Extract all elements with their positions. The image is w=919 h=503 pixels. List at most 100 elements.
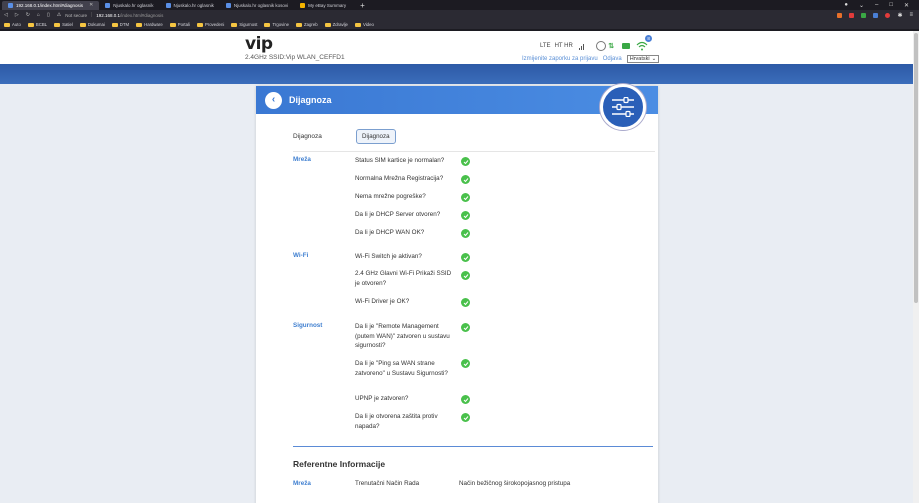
check-ok-icon bbox=[461, 157, 470, 166]
chevron-left-icon: ‹ bbox=[271, 94, 276, 105]
browser-tab-3[interactable]: Njuskalo.hr oglasnik kosovi bbox=[220, 1, 294, 10]
bookmark-folder[interactable]: BCBL bbox=[27, 22, 47, 27]
folder-icon bbox=[196, 22, 203, 27]
bookmark-folder[interactable]: Trgovine bbox=[264, 22, 289, 27]
tab-label: Njuskalo.hr oglasnik kosovi bbox=[233, 2, 289, 8]
maximize-icon[interactable]: □ bbox=[889, 2, 893, 9]
reference-info-title: Referentne Informacije bbox=[293, 459, 386, 469]
bookmark-folder[interactable]: Portali bbox=[169, 22, 190, 27]
check-item: Nema mrežne pogreške? bbox=[355, 193, 426, 200]
change-password-link[interactable]: Izmijenite zaporku za prijavu bbox=[522, 56, 598, 62]
diagnosis-label: Dijagnoza bbox=[293, 132, 322, 140]
data-transfer-icon: ⇅ bbox=[608, 43, 615, 50]
folder-icon bbox=[111, 22, 118, 27]
not-secure-label: Not secure bbox=[65, 12, 87, 18]
check-ok-icon bbox=[461, 413, 470, 422]
operator-name: HT HR bbox=[554, 43, 573, 49]
status-icons: LTE HT HR ⇅ 8 bbox=[540, 35, 653, 51]
bookmark-folder[interactable]: Video bbox=[354, 22, 374, 27]
folder-icon bbox=[296, 22, 303, 27]
section-label-security: Sigurnost bbox=[293, 322, 323, 329]
check-item: Wi-Fi Switch je aktivan? bbox=[355, 253, 422, 260]
minimize-icon[interactable]: – bbox=[875, 2, 878, 9]
check-item: UPNP je zatvoren? bbox=[355, 395, 409, 402]
extension-green-icon[interactable] bbox=[861, 12, 867, 18]
check-ok-icon bbox=[461, 395, 470, 404]
run-diagnosis-button[interactable]: Dijagnoza bbox=[356, 128, 396, 144]
bookmark-folder[interactable]: DTM bbox=[111, 22, 129, 27]
folder-icon bbox=[79, 22, 86, 27]
extension-alert-icon[interactable] bbox=[849, 12, 855, 18]
check-item: Normalna Mrežna Registracija? bbox=[355, 175, 444, 182]
browser-tab-bar: 192.168.0.1/index.html#diagnosis ✕ Njusk… bbox=[0, 0, 919, 10]
browser-tab-0[interactable]: 192.168.0.1/index.html#diagnosis ✕ bbox=[2, 0, 100, 10]
browser-tab-2[interactable]: Njuskalo.hr oglasnik bbox=[160, 1, 220, 10]
menu-icon[interactable]: ≡ bbox=[909, 12, 913, 18]
logout-link[interactable]: Odjava bbox=[603, 56, 622, 62]
bookmark-folder[interactable]: Hardware bbox=[136, 22, 163, 27]
close-window-icon[interactable]: ✕ bbox=[904, 2, 909, 9]
forward-arrow-icon[interactable]: ▷ bbox=[15, 12, 19, 18]
bookmark-folder[interactable]: Provedeni bbox=[196, 22, 224, 27]
folder-icon bbox=[27, 22, 34, 27]
bookmark-folder[interactable]: Sigurnost bbox=[231, 22, 257, 27]
vip-logo: vip bbox=[245, 34, 273, 54]
check-ok-icon bbox=[461, 253, 470, 262]
bookmark-icon[interactable]: ▯ bbox=[47, 12, 50, 18]
extensions-area: ✱ ≡ bbox=[837, 12, 919, 19]
puzzle-icon[interactable]: ✱ bbox=[897, 12, 902, 19]
address-bar[interactable]: ⚠ Not secure | 192.168.0.1/index.html#di… bbox=[57, 12, 164, 18]
page-title: Dijagnoza bbox=[289, 95, 332, 105]
new-tab-icon[interactable]: + bbox=[352, 1, 373, 10]
scrollbar-thumb[interactable] bbox=[914, 33, 918, 303]
reload-icon[interactable]: ↻ bbox=[26, 12, 30, 18]
browser-tab-4[interactable]: My eBay Summary bbox=[294, 1, 352, 10]
reference-section-label: Mreža bbox=[293, 480, 311, 487]
tab-label: Njuskalo.hr oglasnik bbox=[113, 2, 154, 8]
chevron-down-icon: ⌄ bbox=[651, 56, 657, 62]
language-select[interactable]: Hrvatski ⌄ bbox=[626, 55, 660, 63]
check-item: 2.4 GHz Glavni Wi-Fi Prikaži SSID je otv… bbox=[355, 270, 452, 287]
browser-nav-bar: ◁ ▷ ↻ ⌂ ▯ ⚠ Not secure | 192.168.0.1/ind… bbox=[0, 10, 919, 20]
diagnosis-content: Dijagnoza Dijagnoza Mreža Status SIM kar… bbox=[293, 126, 655, 487]
ssid-label: 2.4GHz SSID:Vip WLAN_CEFFD1 bbox=[245, 54, 345, 61]
header-links: Izmijenite zaporku za prijavu Odjava Hrv… bbox=[522, 55, 660, 63]
divider bbox=[293, 151, 655, 152]
bookmark-folder[interactable]: Auto bbox=[4, 22, 21, 27]
browser-tab-1[interactable]: Njuskalo.hr oglasnik bbox=[99, 1, 159, 10]
section-divider bbox=[293, 446, 653, 447]
sliders-icon bbox=[600, 84, 646, 130]
check-item: Da li je "Ping sa WAN strane zatvoreno" … bbox=[355, 360, 448, 377]
back-arrow-icon[interactable]: ◁ bbox=[4, 12, 8, 18]
wifi-clients-badge: 8 bbox=[645, 35, 653, 42]
section-label-network: Mreža bbox=[293, 156, 311, 163]
check-ok-icon bbox=[461, 211, 470, 220]
bookmark-folder[interactable]: Zagreb bbox=[296, 22, 318, 27]
router-page: vip 2.4GHz SSID:Vip WLAN_CEFFD1 LTE HT H… bbox=[0, 31, 919, 503]
globe-icon bbox=[596, 41, 607, 51]
network-type: LTE bbox=[540, 43, 551, 49]
sms-icon[interactable] bbox=[622, 43, 631, 49]
window-controls: ● ⌄ – □ ✕ bbox=[844, 2, 919, 9]
page-scrollbar[interactable] bbox=[913, 31, 919, 503]
header-band bbox=[0, 64, 919, 84]
panel-header: ‹ Dijagnoza bbox=[256, 84, 658, 130]
tab-label: My eBay Summary bbox=[308, 2, 347, 8]
tab-close-icon[interactable]: ✕ bbox=[89, 2, 93, 8]
check-ok-icon bbox=[461, 175, 470, 184]
bookmark-folder[interactable]: Dokumai bbox=[79, 22, 105, 27]
chevron-down-icon[interactable]: ⌄ bbox=[859, 2, 864, 9]
bookmark-folder[interactable]: Satiel bbox=[54, 22, 73, 27]
back-button[interactable]: ‹ bbox=[265, 91, 282, 109]
extension-red-icon[interactable] bbox=[885, 12, 891, 18]
home-icon[interactable]: ⌂ bbox=[37, 12, 40, 18]
bookmark-folder[interactable]: Zdravlje bbox=[324, 22, 348, 27]
njuskalo-favicon-icon bbox=[165, 2, 171, 8]
extension-shield-icon[interactable] bbox=[837, 12, 843, 18]
bookmarks-bar: Auto BCBL Satiel Dokumai DTM Hardware Po… bbox=[0, 20, 919, 30]
check-item: Da li je "Remote Management (putem WAN)"… bbox=[355, 323, 450, 349]
check-item: Wi-Fi Driver je OK? bbox=[355, 298, 410, 305]
diagnosis-row: Dijagnoza Dijagnoza bbox=[293, 126, 653, 146]
profile-icon[interactable]: ● bbox=[844, 2, 848, 9]
extension-blue-icon[interactable] bbox=[873, 12, 879, 18]
